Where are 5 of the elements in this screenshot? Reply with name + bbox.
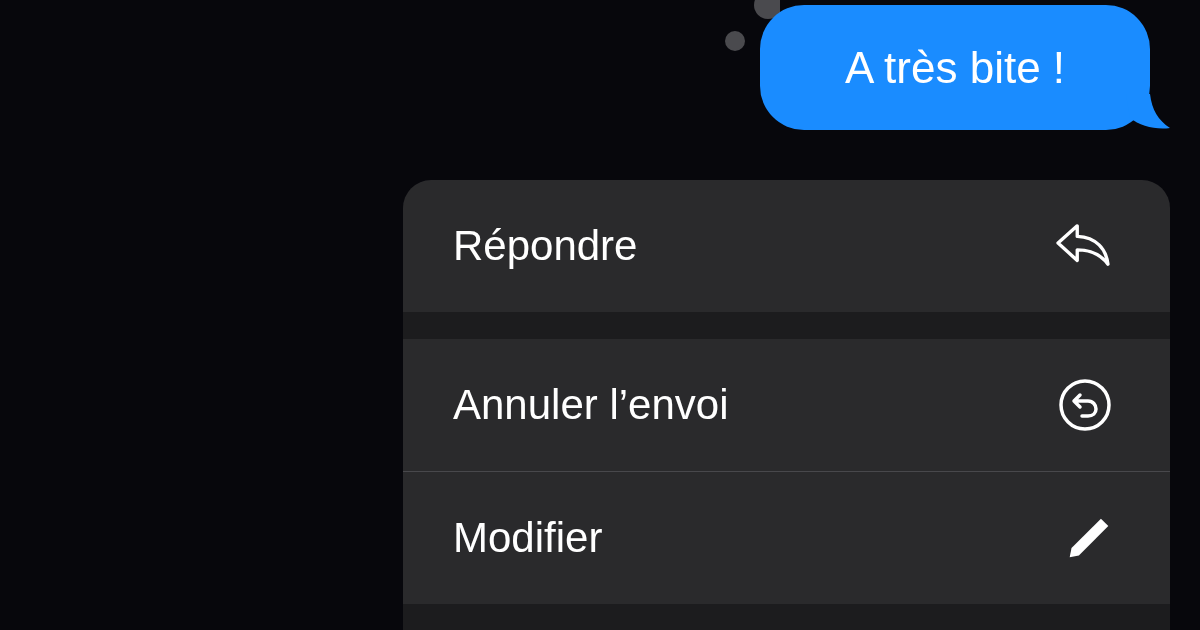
menu-item[interactable]: Répondre	[403, 180, 1170, 312]
menu-item[interactable]: Modifier	[403, 472, 1170, 604]
message-text: A très bite !	[844, 42, 1066, 93]
menu-item[interactable]: Annuler l’envoi	[403, 339, 1170, 471]
undo-circle-icon	[1058, 378, 1112, 432]
